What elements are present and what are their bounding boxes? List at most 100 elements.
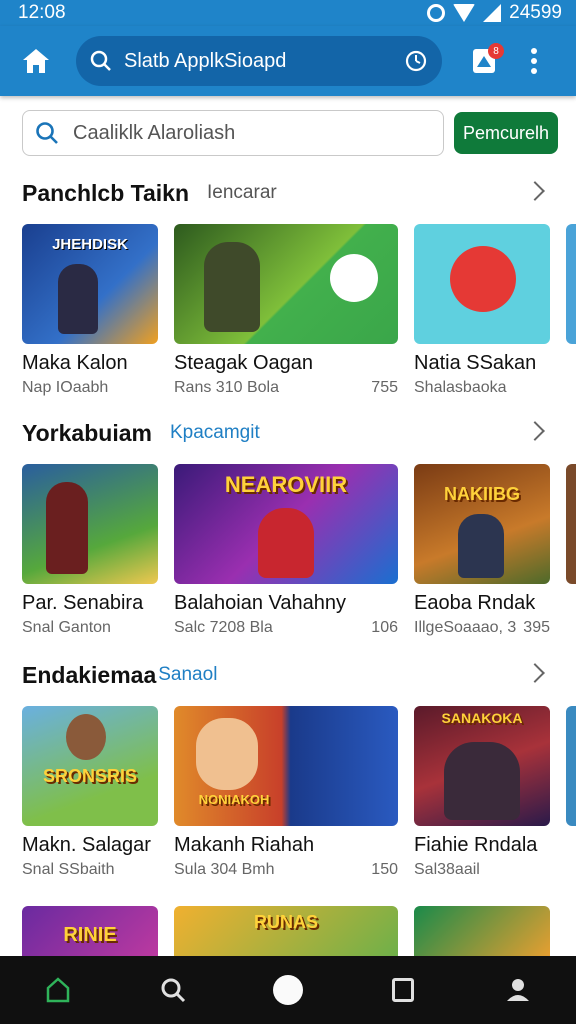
app-title: Natia SSakan bbox=[414, 352, 537, 374]
history-icon[interactable] bbox=[404, 49, 428, 73]
app-size: 755 bbox=[371, 379, 398, 396]
status-battery-text: 24599 bbox=[509, 2, 562, 23]
chevron-right-icon[interactable] bbox=[525, 421, 545, 441]
app-meta: Snal Ganton bbox=[22, 619, 111, 636]
app-card-peek[interactable] bbox=[566, 706, 576, 826]
app-card[interactable]: Steagak Oagan Rans 310 Bola 755 bbox=[174, 224, 398, 397]
card-row: Par. Senabira Snal Ganton NEAROVIIR Bala… bbox=[0, 464, 576, 654]
app-thumbnail bbox=[174, 224, 398, 344]
status-time: 12:08 bbox=[18, 2, 66, 23]
bottom-navigation bbox=[0, 956, 576, 1024]
search-icon bbox=[90, 50, 111, 71]
app-size: 395 bbox=[523, 619, 550, 636]
nav-profile-button[interactable] bbox=[494, 966, 542, 1014]
app-meta: Snal SSbaith bbox=[22, 861, 115, 878]
card-row: JHEHDISK Maka Kalon Nap IOaabh Steagak O… bbox=[0, 224, 576, 414]
app-card[interactable]: SRONSRIS Makn. Salagar Snal SSbaith bbox=[22, 706, 158, 879]
app-title: Par. Senabira bbox=[22, 592, 144, 614]
notification-badge: 8 bbox=[488, 43, 504, 59]
character-art bbox=[444, 742, 520, 820]
app-card[interactable]: NONIAKOH Makanh Riahah Sula 304 Bmh 150 bbox=[174, 706, 398, 879]
search-icon bbox=[36, 122, 58, 144]
chevron-right-icon[interactable] bbox=[525, 181, 545, 201]
app-title: Eaoba Rndak bbox=[414, 592, 536, 614]
nav-library-button[interactable] bbox=[379, 966, 427, 1014]
search-placeholder: Caaliklk Alaroliash bbox=[73, 121, 236, 144]
app-meta: Sula 304 Bmh bbox=[174, 861, 275, 878]
app-title: Maka Kalon bbox=[22, 352, 128, 374]
app-thumbnail: SRONSRIS bbox=[22, 706, 158, 826]
app-title: Balahoian Vahahny bbox=[174, 592, 346, 614]
section-subtitle: Kpacamgit bbox=[169, 422, 260, 443]
top-search-bar[interactable]: Slatb ApplkSioapd bbox=[76, 36, 442, 86]
app-bar: Slatb ApplkSioapd 8 bbox=[0, 26, 576, 96]
section-header[interactable]: Endakiemaa Sanaol bbox=[0, 660, 576, 690]
signal-icon bbox=[483, 4, 502, 22]
app-title: Steagak Oagan bbox=[174, 352, 313, 374]
thumbnail-text: RUNAS bbox=[253, 912, 318, 932]
character-art bbox=[258, 508, 314, 578]
home-icon bbox=[23, 49, 49, 73]
app-card[interactable]: SANAKOKA Fiahie Rndala Sal38aail bbox=[414, 706, 550, 879]
app-card[interactable]: Natia SSakan Shalasbaoka bbox=[414, 224, 550, 397]
more-options-button[interactable] bbox=[520, 39, 548, 83]
section-title: Panchlcb Taikn bbox=[22, 179, 190, 206]
search-icon bbox=[161, 978, 185, 1003]
wifi-icon bbox=[453, 4, 476, 22]
card-row: SRONSRIS Makn. Salagar Snal SSbaith NONI… bbox=[0, 706, 576, 896]
app-meta: Shalasbaoka bbox=[414, 379, 507, 396]
chevron-right-icon[interactable] bbox=[525, 663, 545, 683]
app-thumbnail[interactable]: RUNAS bbox=[174, 906, 398, 956]
section-4-peek: RINIE RUNAS bbox=[0, 906, 576, 956]
section-header[interactable]: Yorkabuiam Kpacamgit bbox=[0, 418, 576, 448]
thumbnail-text: JHEHDISK bbox=[52, 236, 128, 253]
nav-home-button[interactable] bbox=[34, 966, 82, 1014]
section-subtitle: Sanaol bbox=[158, 664, 218, 685]
character-art bbox=[46, 482, 88, 574]
status-bar: 12:08 24599 bbox=[0, 0, 576, 26]
nav-search-button[interactable] bbox=[149, 966, 197, 1014]
more-dot-icon bbox=[531, 48, 537, 54]
section-header[interactable]: Panchlcb Taikn Iencarar bbox=[0, 178, 576, 208]
thumbnail-text: SANAKOKA bbox=[441, 710, 523, 726]
character-art bbox=[450, 246, 516, 312]
library-icon bbox=[392, 978, 415, 1002]
profile-icon bbox=[507, 979, 530, 1001]
app-thumbnail: SANAKOKA bbox=[414, 706, 550, 826]
notifications-button[interactable]: 8 bbox=[462, 39, 506, 83]
search-submit-button[interactable]: Pemcurelh bbox=[454, 112, 558, 154]
alarm-icon bbox=[427, 4, 446, 22]
app-card-peek[interactable] bbox=[566, 224, 576, 344]
app-title: Fiahie Rndala bbox=[414, 834, 538, 856]
app-card[interactable]: JHEHDISK Maka Kalon Nap IOaabh bbox=[22, 224, 158, 397]
app-meta: Rans 310 Bola bbox=[174, 379, 279, 396]
app-card[interactable]: NAKIIBG Eaoba Rndak IllgeSoaaao, 3 395 bbox=[414, 464, 550, 637]
app-size: 106 bbox=[371, 619, 398, 636]
app-thumbnail[interactable] bbox=[414, 906, 550, 956]
app-card[interactable]: NEAROVIIR Balahoian Vahahny Salc 7208 Bl… bbox=[174, 464, 398, 637]
nav-center-button[interactable] bbox=[264, 966, 312, 1014]
app-title: Makn. Salagar bbox=[22, 834, 151, 856]
top-search-label: Slatb ApplkSioapd bbox=[124, 49, 287, 72]
section-subtitle: Iencarar bbox=[207, 182, 277, 203]
thumbnail-text: RINIE bbox=[63, 924, 117, 946]
app-thumbnail bbox=[414, 224, 550, 344]
search-row: Caaliklk Alaroliash Pemcurelh bbox=[22, 110, 558, 156]
app-card[interactable]: Par. Senabira Snal Ganton bbox=[22, 464, 158, 637]
search-input[interactable]: Caaliklk Alaroliash bbox=[22, 110, 444, 156]
section-title: Endakiemaa bbox=[22, 661, 157, 688]
section-3: Endakiemaa Sanaol SRONSRIS Makn. Salagar… bbox=[0, 660, 576, 896]
home-button[interactable] bbox=[12, 37, 60, 85]
character-art bbox=[66, 714, 106, 760]
app-thumbnail[interactable]: RINIE bbox=[22, 906, 158, 956]
character-art bbox=[196, 718, 258, 790]
thumbnail-text: NONIAKOH bbox=[198, 792, 270, 807]
app-meta: IllgeSoaaao, 3 bbox=[414, 619, 517, 636]
panda-art bbox=[330, 254, 378, 302]
app-card-peek[interactable] bbox=[566, 464, 576, 584]
app-thumbnail: JHEHDISK bbox=[22, 224, 158, 344]
character-art bbox=[458, 514, 504, 578]
section-title: Yorkabuiam bbox=[22, 419, 152, 446]
app-thumbnail: NAKIIBG bbox=[414, 464, 550, 584]
thumbnail-text: SRONSRIS bbox=[42, 766, 138, 786]
